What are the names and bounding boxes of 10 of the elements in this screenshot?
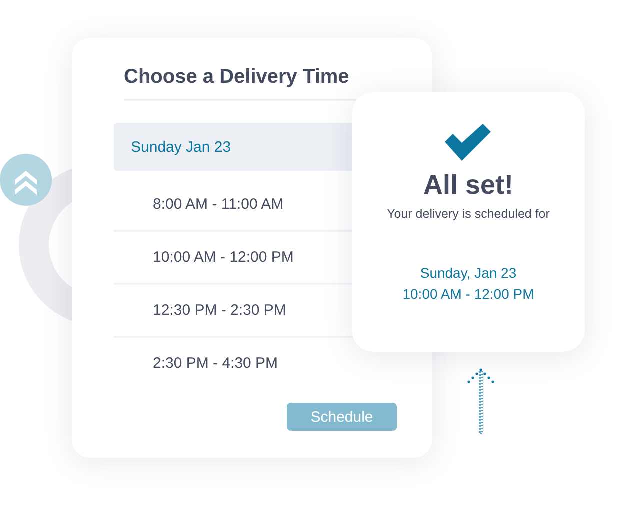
- confirmation-message: Your delivery is scheduled for: [387, 207, 550, 221]
- scheduled-date: Sunday, Jan 23: [420, 265, 517, 281]
- scheduled-time: 10:00 AM - 12:00 PM: [402, 286, 534, 302]
- dotted-up-arrow: [467, 368, 495, 434]
- confirmation-title: All set!: [423, 170, 514, 201]
- checkmark-icon: [444, 124, 492, 162]
- card-title: Choose a Delivery Time: [124, 66, 356, 101]
- time-slot[interactable]: 2:30 PM - 4:30 PM: [114, 338, 353, 389]
- date-row[interactable]: Sunday Jan 23: [114, 123, 352, 171]
- chevrons-up-icon: [0, 154, 52, 206]
